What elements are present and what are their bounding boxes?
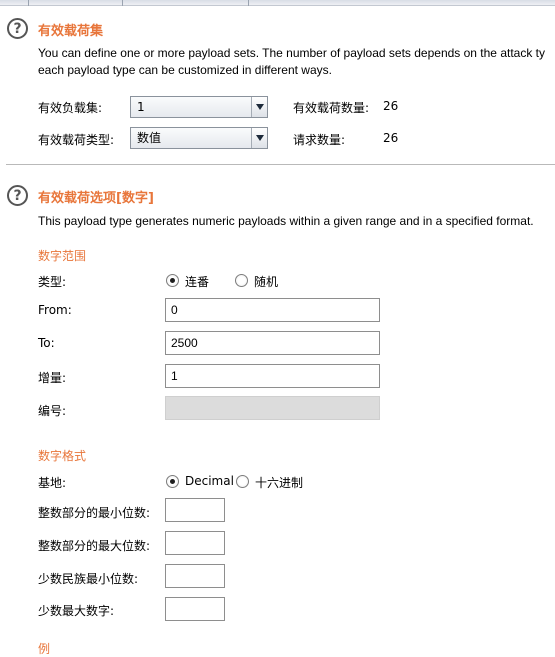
max-integer-digits-input[interactable]: [165, 531, 225, 555]
payload-sets-description-line2: each payload type can be customized in d…: [38, 63, 332, 77]
from-label: From:: [38, 303, 72, 317]
help-icon[interactable]: ?: [7, 185, 28, 206]
payload-sets-title: 有效载荷集: [38, 24, 104, 39]
payload-count-label: 有效载荷数量:: [293, 101, 370, 115]
payload-set-select[interactable]: 1: [130, 96, 268, 118]
radio-hex[interactable]: [236, 475, 249, 488]
payload-options-description: This payload type generates numeric payl…: [38, 214, 534, 228]
max-integer-digits-label: 整数部分的最大位数:: [38, 539, 151, 553]
radio-sequential-label[interactable]: 连番: [185, 273, 209, 290]
tab-separator: [122, 0, 123, 6]
tab-separator: [28, 0, 29, 6]
to-label: To:: [38, 336, 55, 350]
from-input[interactable]: 0: [165, 298, 380, 322]
request-count-value: 26: [383, 131, 399, 145]
payload-type-label: 有效载荷类型:: [38, 133, 115, 147]
window-top-edge: [0, 0, 555, 6]
radio-decimal-label[interactable]: Decimal: [185, 474, 234, 488]
payload-set-value: 1: [137, 100, 145, 114]
tab-separator: [248, 0, 249, 6]
step-input[interactable]: 1: [165, 364, 380, 388]
min-integer-digits-input[interactable]: [165, 498, 225, 522]
how-many-label: 编号:: [38, 404, 67, 418]
radio-sequential[interactable]: [166, 274, 179, 287]
number-format-title: 数字格式: [38, 449, 87, 463]
chevron-down-icon[interactable]: [251, 128, 267, 148]
radio-hex-label[interactable]: 十六进制: [255, 474, 303, 491]
payload-count-value: 26: [383, 99, 399, 113]
base-label: 基地:: [38, 476, 67, 490]
payload-type-select[interactable]: 数值: [130, 127, 268, 149]
radio-decimal[interactable]: [166, 475, 179, 488]
min-integer-digits-label: 整数部分的最小位数:: [38, 506, 151, 520]
section-divider: [6, 164, 555, 165]
payload-sets-description-line1: You can define one or more payload sets.…: [38, 46, 545, 60]
payload-type-value: 数值: [137, 131, 162, 145]
to-input[interactable]: 2500: [165, 331, 380, 355]
chevron-down-icon[interactable]: [251, 97, 267, 117]
number-range-title: 数字范围: [38, 249, 87, 263]
payload-options-title: 有效载荷选项[数字]: [38, 191, 154, 206]
request-count-label: 请求数量:: [293, 133, 346, 147]
max-fraction-digits-label: 少数最大数字:: [38, 604, 115, 618]
step-label: 增量:: [38, 371, 67, 385]
how-many-input: [165, 396, 380, 420]
radio-random-label[interactable]: 随机: [254, 273, 278, 290]
payload-set-label: 有效负载集:: [38, 101, 103, 115]
help-icon[interactable]: ?: [7, 18, 28, 39]
max-fraction-digits-input[interactable]: [165, 597, 225, 621]
range-type-label: 类型:: [38, 275, 67, 289]
min-fraction-digits-label: 少数民族最小位数:: [38, 572, 139, 586]
min-fraction-digits-input[interactable]: [165, 564, 225, 588]
radio-random[interactable]: [235, 274, 248, 287]
